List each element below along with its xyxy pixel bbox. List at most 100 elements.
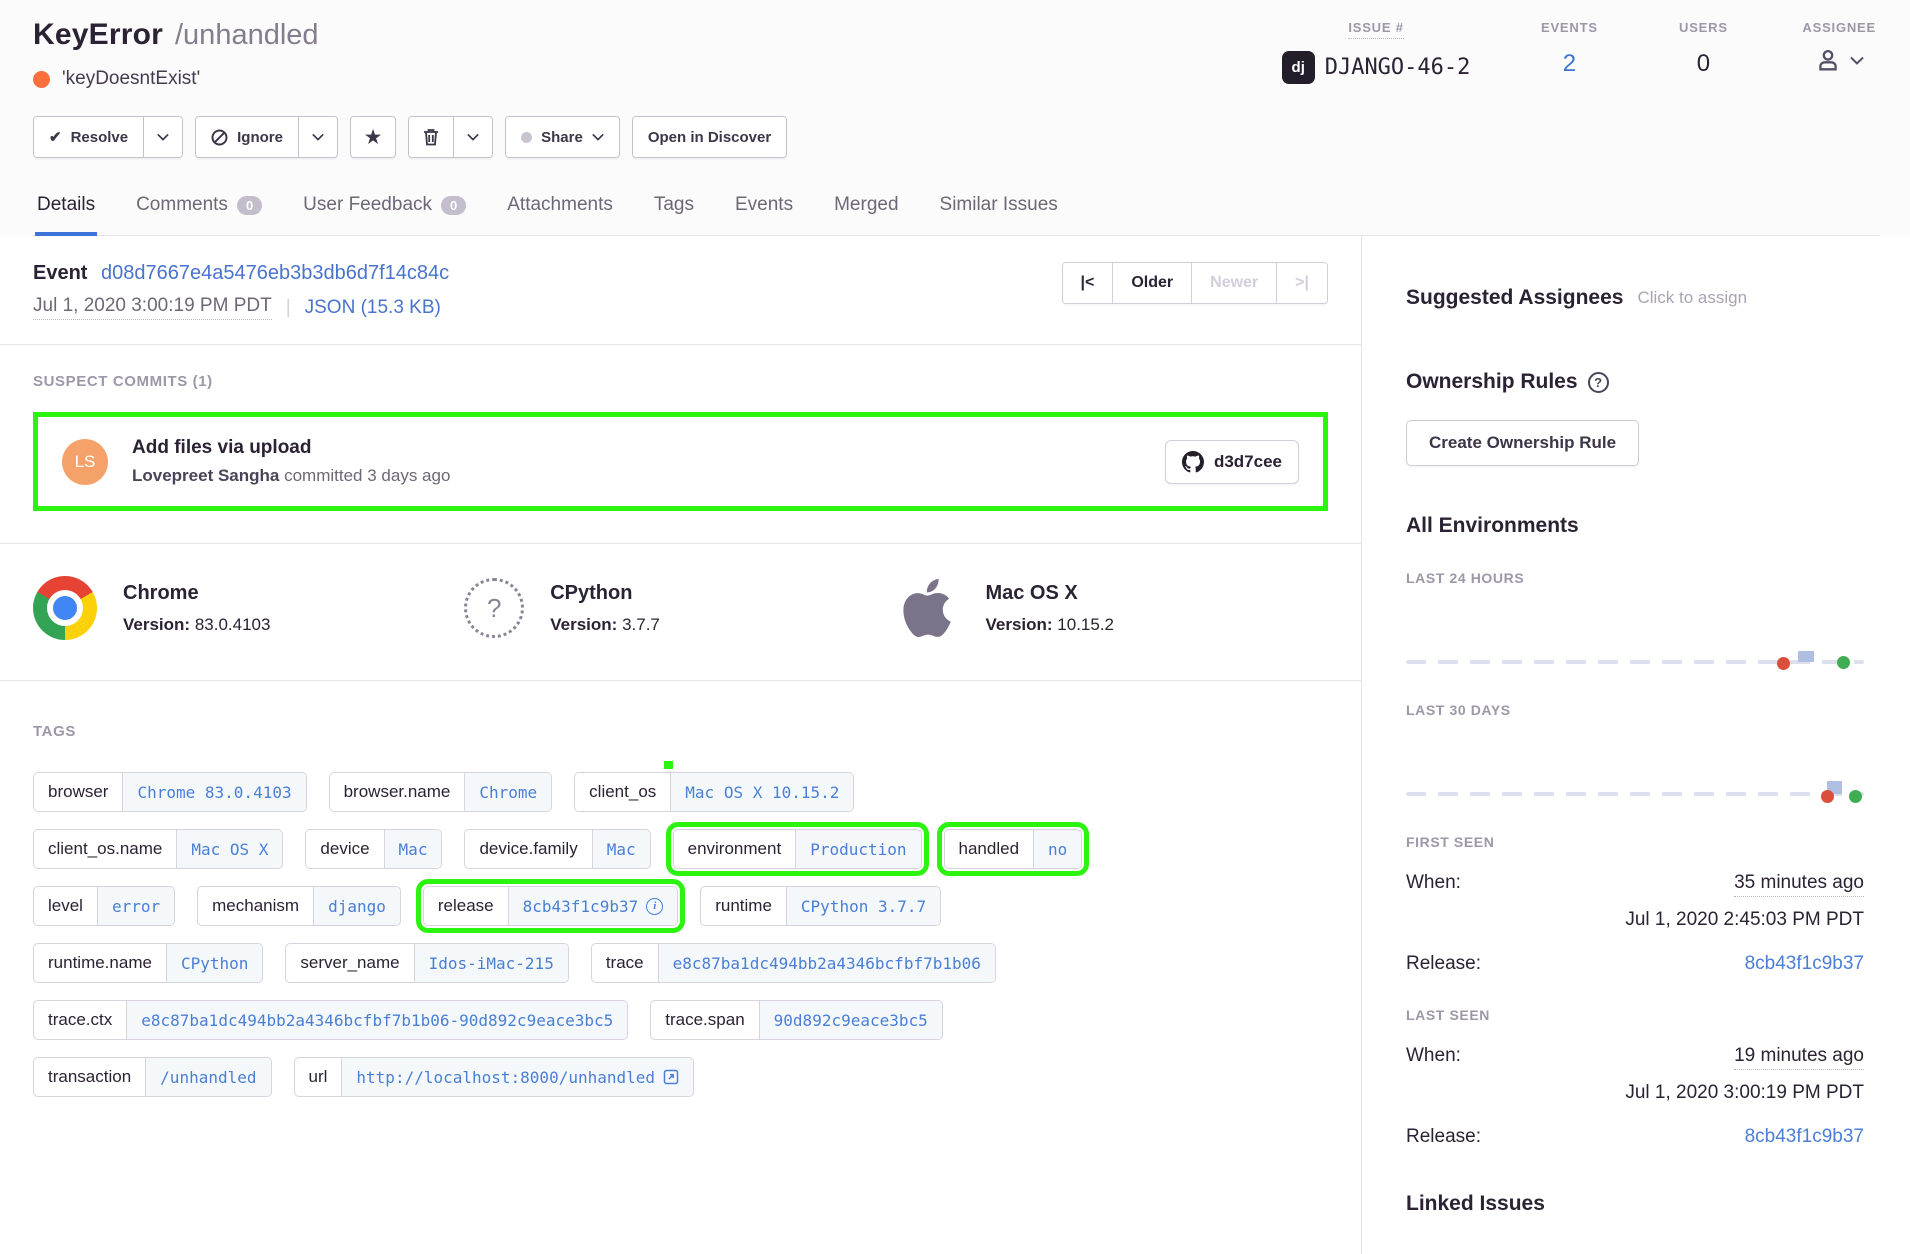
tab-tags[interactable]: Tags xyxy=(652,188,696,236)
tag-value-link[interactable]: error xyxy=(97,887,174,925)
tag-value-link[interactable]: 90d892c9eace3bc5 xyxy=(759,1001,942,1039)
event-header: Event d08d7667e4a5476eb3b3db6d7f14c84c J… xyxy=(0,236,1361,345)
tab-comments[interactable]: Comments0 xyxy=(134,188,264,236)
tab-similar-issues[interactable]: Similar Issues xyxy=(938,188,1060,236)
commit-sha-button[interactable]: d3d7cee xyxy=(1165,440,1299,484)
tag-value-link[interactable]: 8cb43f1c9b37i xyxy=(508,887,678,925)
tag-value-link[interactable]: Mac xyxy=(384,830,442,868)
tag-value-link[interactable]: Mac OS X xyxy=(176,830,282,868)
event-contexts: Chrome Version: 83.0.4103 ? CPython Vers… xyxy=(0,544,1361,681)
bookmark-star-button[interactable]: ★ xyxy=(351,117,395,157)
tag-value-link[interactable]: Idos-iMac-215 xyxy=(414,944,568,982)
open-in-discover-button[interactable]: Open in Discover xyxy=(633,117,786,157)
tag-pill-environment: environmentProduction xyxy=(673,829,922,869)
tab-details[interactable]: Details xyxy=(35,188,97,236)
tag-value-link[interactable]: CPython 3.7.7 xyxy=(786,887,940,925)
tag-value-link[interactable]: Mac OS X 10.15.2 xyxy=(670,773,853,811)
newest-event-button[interactable]: >| xyxy=(1276,263,1327,303)
tag-value-link[interactable]: Production xyxy=(795,830,920,868)
issue-short-id: DJANGO-46-2 xyxy=(1325,55,1471,80)
assignee-label: ASSIGNEE xyxy=(1802,20,1876,38)
click-to-assign-hint: Click to assign xyxy=(1637,288,1747,308)
tab-label: Merged xyxy=(834,194,898,216)
events-count[interactable]: 2 xyxy=(1563,50,1576,78)
json-download-link[interactable]: JSON (15.3 KB) xyxy=(305,297,441,319)
create-ownership-rule-button[interactable]: Create Ownership Rule xyxy=(1406,420,1639,466)
last-seen-block: LAST SEEN When: 19 minutes ago Jul 1, 20… xyxy=(1406,1007,1864,1148)
resolve-button[interactable]: ✔ Resolve xyxy=(34,117,143,157)
person-icon xyxy=(1814,46,1842,74)
tab-attachments[interactable]: Attachments xyxy=(505,188,615,236)
tag-value-link[interactable]: no xyxy=(1033,830,1081,868)
last-seen-release-link[interactable]: 8cb43f1c9b37 xyxy=(1745,1126,1864,1148)
tab-events[interactable]: Events xyxy=(733,188,795,236)
delete-button[interactable] xyxy=(409,117,453,157)
users-label: USERS xyxy=(1679,20,1728,38)
resolve-dropdown-button[interactable] xyxy=(143,117,182,157)
context-os: Mac OS X Version: 10.15.2 xyxy=(895,576,1326,640)
tag-row: client_os.nameMac OS XdeviceMacdevice.fa… xyxy=(33,829,1328,869)
separator: | xyxy=(286,297,291,319)
share-button[interactable]: Share xyxy=(506,117,619,157)
info-icon[interactable]: i xyxy=(646,898,663,915)
tag-value-link[interactable]: django xyxy=(313,887,400,925)
tag-key: browser.name xyxy=(330,773,465,811)
tag-key: trace.span xyxy=(651,1001,758,1039)
chart-baseline xyxy=(1406,660,1864,664)
tab-merged[interactable]: Merged xyxy=(832,188,900,236)
tag-pill-client_os: client_osMac OS X 10.15.2 xyxy=(574,772,854,812)
older-event-button[interactable]: Older xyxy=(1112,263,1191,303)
event-id-link[interactable]: d08d7667e4a5476eb3b3db6d7f14c84c xyxy=(101,262,449,284)
suspect-commits-heading: SUSPECT COMMITS (1) xyxy=(33,373,1328,390)
commit-title: Add files via upload xyxy=(132,437,1165,459)
oldest-event-button[interactable]: |< xyxy=(1063,263,1113,303)
ignore-button[interactable]: Ignore xyxy=(196,117,298,157)
commit-time: committed 3 days ago xyxy=(279,466,450,485)
tag-pill-browser: browserChrome 83.0.4103 xyxy=(33,772,307,812)
page-title: KeyError /unhandled xyxy=(33,18,319,52)
release-label: Release: xyxy=(1406,1126,1481,1148)
last-24-hours-chart[interactable] xyxy=(1406,592,1864,670)
tab-label: Comments xyxy=(136,194,228,216)
tag-pill-client_os.name: client_os.nameMac OS X xyxy=(33,829,283,869)
tab-count-badge: 0 xyxy=(441,196,466,215)
tag-pill-transaction: transaction/unhandled xyxy=(33,1057,272,1097)
tag-value-link[interactable]: Chrome 83.0.4103 xyxy=(122,773,305,811)
external-link-icon[interactable] xyxy=(663,1069,679,1085)
tags-heading: TAGS xyxy=(33,723,1328,740)
mute-icon xyxy=(211,129,228,146)
assignee-selector[interactable] xyxy=(1814,46,1864,74)
tab-label: Attachments xyxy=(507,194,613,216)
tag-pill-release: release8cb43f1c9b37i xyxy=(423,886,678,926)
ownership-rules-heading: Ownership Rules ? xyxy=(1406,370,1864,394)
first-seen-release-link[interactable]: 8cb43f1c9b37 xyxy=(1745,953,1864,975)
tag-key: level xyxy=(34,887,97,925)
suggested-assignees-heading: Suggested Assignees Click to assign xyxy=(1406,286,1864,310)
tag-value-link[interactable]: http://localhost:8000/unhandled xyxy=(341,1058,693,1096)
newer-event-button[interactable]: Newer xyxy=(1191,263,1276,303)
tag-row: runtime.nameCPythonserver_nameIdos-iMac-… xyxy=(33,943,1328,983)
tag-value-link[interactable]: Chrome xyxy=(464,773,551,811)
users-count[interactable]: 0 xyxy=(1697,50,1710,78)
chevron-down-icon xyxy=(1850,56,1864,65)
tag-row: levelerrormechanismdjangorelease8cb43f1c… xyxy=(33,886,1328,926)
event-pagination: |< Older Newer >| xyxy=(1062,262,1328,304)
commit-author: Lovepreet Sangha xyxy=(132,466,279,485)
tab-label: Similar Issues xyxy=(940,194,1058,216)
delete-dropdown-button[interactable] xyxy=(453,117,492,157)
tab-user-feedback[interactable]: User Feedback0 xyxy=(301,188,468,236)
tag-pill-url: urlhttp://localhost:8000/unhandled xyxy=(294,1057,695,1097)
share-status-dot xyxy=(521,132,532,143)
tag-value-link[interactable]: e8c87ba1dc494bb2a4346bcfbf7b1b06-90d892c… xyxy=(126,1001,627,1039)
avatar: LS xyxy=(62,439,108,485)
ignore-dropdown-button[interactable] xyxy=(298,117,337,157)
tag-value-link[interactable]: /unhandled xyxy=(145,1058,270,1096)
tag-value-link[interactable]: Mac xyxy=(592,830,650,868)
issue-sidebar: Suggested Assignees Click to assign Owne… xyxy=(1362,236,1910,1254)
tag-value-link[interactable]: e8c87ba1dc494bb2a4346bcfbf7b1b06 xyxy=(658,944,995,982)
help-icon[interactable]: ? xyxy=(1588,372,1609,393)
tag-value-link[interactable]: CPython xyxy=(166,944,262,982)
last-30-days-chart[interactable] xyxy=(1406,724,1864,802)
star-icon: ★ xyxy=(365,127,381,148)
last-seen-marker xyxy=(1837,656,1850,669)
